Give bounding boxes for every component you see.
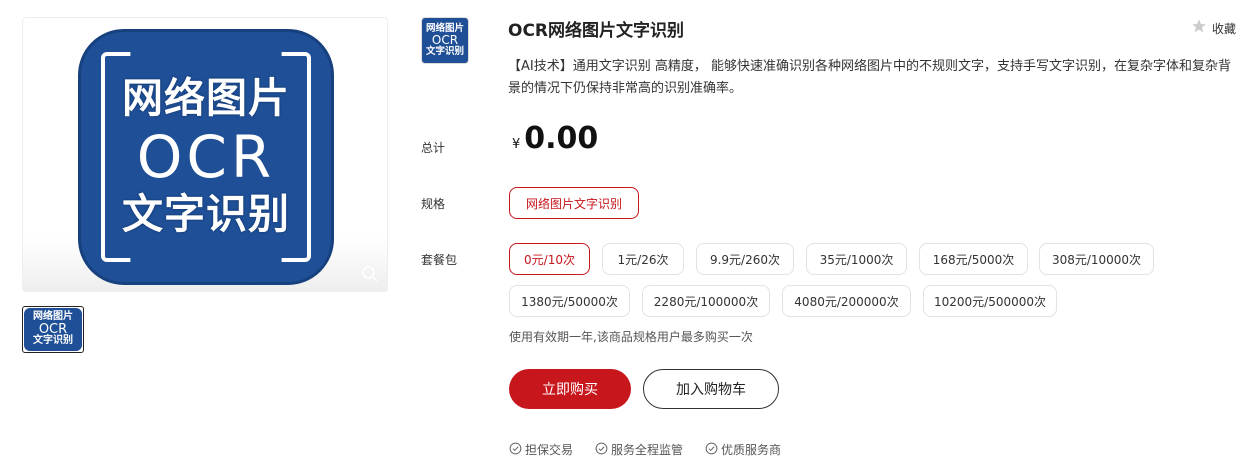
guarantee-label: 优质服务商 — [721, 443, 782, 457]
icon-line-2: OCR — [136, 122, 276, 191]
logo-line-2: OCR — [431, 33, 459, 48]
package-option[interactable]: 2280元/100000次 — [642, 285, 770, 317]
icon-line-1: 网络图片 — [122, 74, 290, 123]
guarantee-label: 服务全程监管 — [611, 443, 684, 457]
package-option[interactable]: 4080元/200000次 — [782, 285, 911, 317]
package-option[interactable]: 9.9元/260次 — [696, 243, 794, 275]
spec-option[interactable]: 网络图片文字识别 — [509, 187, 639, 219]
favorite-label: 收藏 — [1212, 21, 1237, 36]
main-product-image[interactable]: 网络图片 OCR 文字识别 — [22, 17, 388, 292]
spec-label: 规格 — [421, 197, 446, 211]
price-amount: 0.00 — [524, 121, 599, 156]
package-option[interactable]: 35元/1000次 — [806, 243, 907, 275]
logo-line-3: 文字识别 — [425, 45, 464, 57]
buy-now-button[interactable]: 立即购买 — [509, 369, 631, 409]
product-logo: 网络图片 OCR 文字识别 — [421, 17, 469, 64]
currency-symbol: ¥ — [512, 137, 521, 152]
favorite-button[interactable]: 收藏 — [1191, 18, 1236, 38]
check-circle-icon — [509, 442, 522, 458]
ocr-app-icon: 网络图片 OCR 文字识别 — [78, 29, 334, 285]
add-to-cart-button[interactable]: 加入购物车 — [643, 369, 779, 409]
guarantee-item: 优质服务商 — [705, 441, 781, 458]
guarantee-label: 担保交易 — [525, 443, 574, 457]
thumbnail-icon: 网络图片 OCR 文字识别 — [24, 308, 82, 351]
thumbnail-image[interactable]: 网络图片 OCR 文字识别 — [22, 306, 84, 353]
price: ¥ 0.00 — [512, 121, 598, 156]
check-circle-icon — [595, 442, 608, 458]
guarantee-list: 担保交易 服务全程监管 优质服务商 — [509, 441, 781, 458]
star-icon — [1191, 18, 1207, 38]
check-circle-icon — [705, 442, 718, 458]
package-label: 套餐包 — [421, 253, 458, 267]
package-option[interactable]: 0元/10次 — [509, 243, 590, 275]
thumb-line-3: 文字识别 — [33, 335, 73, 347]
magnifier-icon[interactable] — [361, 265, 379, 283]
guarantee-item: 担保交易 — [509, 441, 573, 458]
purchase-note: 使用有效期一年,该商品规格用户最多购买一次 — [509, 330, 753, 344]
icon-line-3: 文字识别 — [122, 190, 290, 239]
package-option[interactable]: 1380元/50000次 — [509, 285, 630, 317]
product-description: 【AI技术】通用文字识别 高精度， 能够快速准确识别各种网络图片中的不规则文字，… — [508, 59, 1231, 96]
guarantee-item: 服务全程监管 — [595, 441, 683, 458]
package-option[interactable]: 10200元/500000次 — [923, 285, 1057, 317]
product-title: OCR网络图片文字识别 — [508, 21, 685, 41]
package-option[interactable]: 1元/26次 — [602, 243, 684, 275]
package-option[interactable]: 308元/10000次 — [1039, 243, 1154, 275]
package-option[interactable]: 168元/5000次 — [919, 243, 1028, 275]
total-label: 总计 — [421, 141, 446, 155]
